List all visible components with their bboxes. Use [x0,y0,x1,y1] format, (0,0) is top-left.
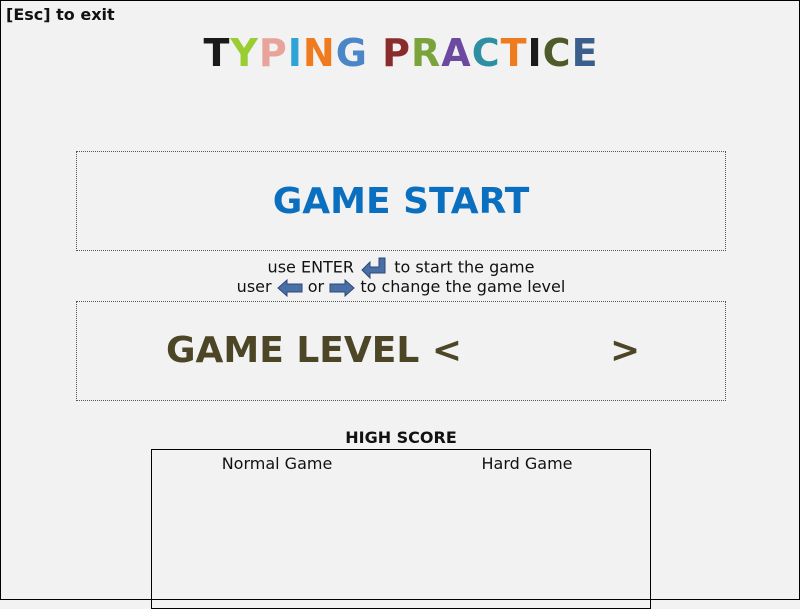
instruction-user: user [236,277,272,296]
title-letter: R [411,31,442,75]
instruction-or: or [307,277,325,296]
level-next-button[interactable]: > [610,328,640,374]
game-level-box: GAME LEVEL < > [76,301,726,401]
title-letter: G [335,31,368,75]
title-letter: T [203,31,231,75]
title-letter: I [527,31,543,75]
high-score-title: HIGH SCORE [345,428,457,447]
game-level-label[interactable]: GAME LEVEL < [166,328,462,374]
left-arrow-icon [276,277,308,297]
title-letter: A [441,31,472,75]
level-instruction: user or to change the game level [1,277,800,297]
instruction-start-game: to start the game [394,257,535,277]
title-letter: C [471,31,501,75]
game-start-button[interactable]: GAME START [77,180,725,224]
title-letter [368,31,382,75]
title-letter: Y [230,31,259,75]
game-title: TYPING PRACTICE [1,31,800,75]
normal-game-column-header: Normal Game [221,454,333,473]
title-letter: T [500,31,528,75]
game-window: [Esc] to exit TYPING PRACTICE GAME START… [0,0,800,609]
title-letter: C [542,31,572,75]
game-start-box[interactable]: GAME START [76,151,726,251]
enter-key-icon [359,257,394,280]
title-letter: P [258,31,288,75]
instruction-use-enter: use ENTER [267,257,355,277]
right-arrow-icon [329,277,360,297]
hard-game-column-header: Hard Game [481,454,573,473]
title-letter: N [302,31,336,75]
title-letter: P [382,31,412,75]
exit-hint: [Esc] to exit [6,5,115,24]
title-letter: E [571,31,599,75]
high-score-table: Normal Game Hard Game [151,449,651,609]
title-letter: I [287,31,303,75]
instruction-change-level: to change the game level [360,277,566,296]
